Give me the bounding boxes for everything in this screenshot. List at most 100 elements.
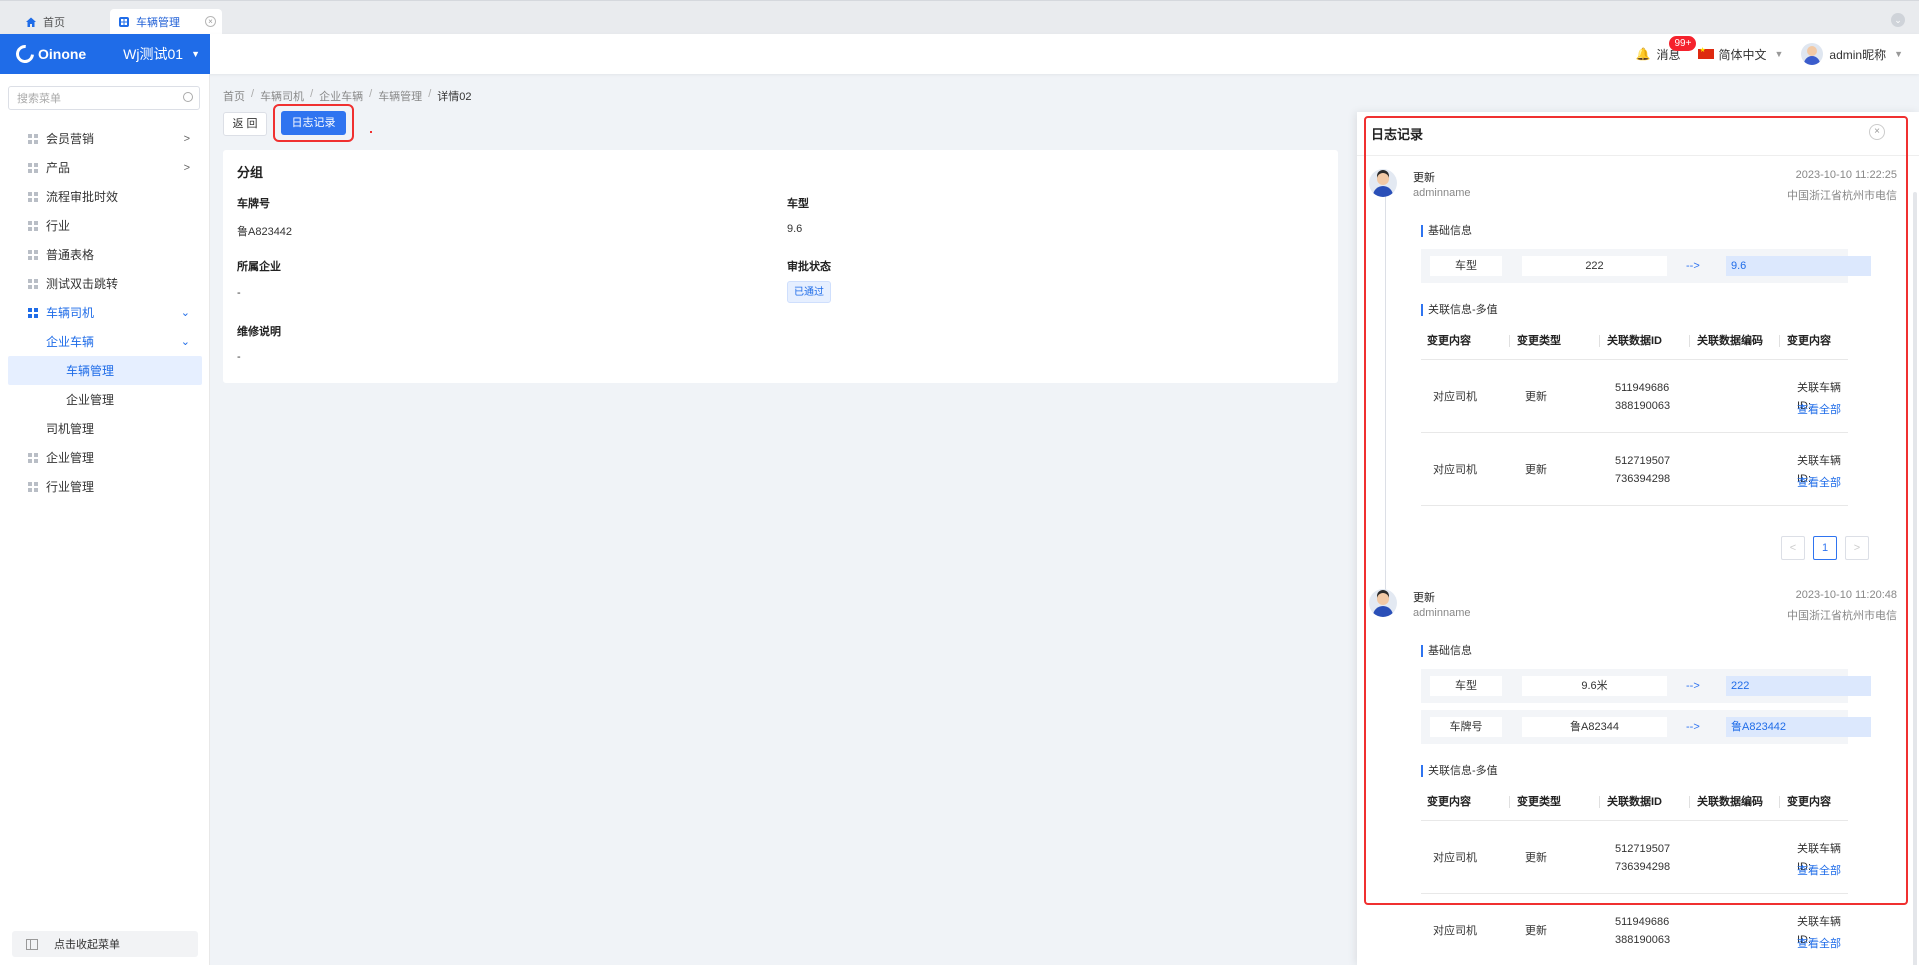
sidebar-item-enterprise-management[interactable]: 企业管理 [0,443,210,472]
relation-table: 变更内容 变更类型 关联数据ID 关联数据编码 变更内容 对应司机 更新 512… [1421,787,1848,965]
row-id-line1: 512719507 [1615,843,1671,855]
close-icon[interactable]: × [1869,124,1885,140]
plate-value: 鲁A823442 [237,226,293,238]
column-header: 关联数据ID [1607,796,1662,808]
column-header: 关联数据编码 [1697,796,1763,808]
tab-home[interactable]: 首页 [25,9,65,35]
collapse-menu-button[interactable]: 点击收起菜单 [12,931,198,957]
diff-arrow: --> [1686,721,1700,733]
grid-icon [28,278,38,289]
breadcrumb-item[interactable]: 车辆司机 [260,88,304,104]
message-badge: 99+ [1669,35,1697,51]
drawer-title: 日志记录 [1371,127,1424,142]
log-record-button[interactable]: 日志记录 [281,111,346,135]
sidebar-item-industry[interactable]: 行业 [0,211,210,240]
sidebar-item-enterprise-management-sub[interactable]: 企业管理 [0,385,210,414]
sidebar-item-member-marketing[interactable]: 会员营销 > [0,124,210,153]
avatar [1369,169,1397,197]
relation-title: 关联信息-多值 [1421,304,1498,316]
relation-title: 关联信息-多值 [1421,765,1498,777]
row-type: 更新 [1525,852,1547,864]
tab-home-label: 首页 [43,17,65,29]
sidebar-item-label: 企业管理 [46,451,95,465]
language-label: 简体中文 [1718,47,1767,62]
drawer-header: 日志记录 × [1357,112,1919,156]
messages-button[interactable]: 🔔 消息 99+ [1635,35,1697,63]
search-icon[interactable] [183,92,193,102]
row-id-line2: 736394298 [1615,473,1671,485]
diff-row: 车牌号 鲁A82344 --> 鲁A823442 [1421,710,1871,744]
breadcrumb-separator: / [428,88,432,100]
sidebar: 搜索菜单 会员营销 > 产品 > 流程审批时效 行业 普通表格 测试双击跳转 车辆司… [0,74,210,965]
chevron-right-icon: > [183,161,190,174]
sidebar-item-driver-management[interactable]: 司机管理 [0,414,210,443]
breadcrumb-item[interactable]: 企业车辆 [319,88,363,104]
repair-value: - [237,351,241,363]
chevron-down-icon: ⌄ [180,307,190,319]
view-all-link[interactable]: 查看全部 [1797,401,1841,419]
back-button[interactable]: 返 回 [223,112,267,136]
row-type: 更新 [1525,391,1547,403]
grid-icon [28,307,38,318]
sidebar-item-industry-management[interactable]: 行业管理 [0,472,210,501]
table-row: 对应司机 更新 512719507 736394298 关联车辆ID: 查看全部 [1421,433,1848,506]
prev-page-button[interactable]: < [1781,536,1805,560]
breadcrumb-item[interactable]: 首页 [223,88,245,104]
sidebar-item-approval[interactable]: 流程审批时效 [0,182,210,211]
diff-new-value: 鲁A823442 [1726,717,1871,737]
diff-old-value: 鲁A82344 [1522,717,1667,737]
view-all-link[interactable]: 查看全部 [1797,862,1841,880]
repair-label: 维修说明 [237,326,281,338]
sidebar-item-product[interactable]: 产品 > [0,153,210,182]
home-icon [26,17,36,27]
grid-icon [28,249,38,260]
menu-search-input[interactable]: 搜索菜单 [8,86,200,110]
table-row: 对应司机 更新 511949686 388190063 关联车辆ID: 查看全部 [1421,360,1848,433]
sidebar-item-label: 产品 [46,161,71,175]
column-separator [1689,335,1690,347]
sidebar-item-table[interactable]: 普通表格 [0,240,210,269]
language-switcher[interactable]: 简体中文 ▼ [1698,46,1783,63]
sidebar-item-enterprise-vehicle[interactable]: 企业车辆 ⌄ [0,327,210,356]
page-number[interactable]: 1 [1813,536,1837,560]
sidebar-item-label: 会员营销 [46,132,95,146]
user-menu[interactable]: admin昵称 ▼ [1801,43,1903,65]
sidebar-item-label: 测试双击跳转 [46,277,119,291]
log-drawer: 日志记录 × 更新 adminname 2023-10-10 11:22:25 … [1357,112,1919,965]
view-all-link[interactable]: 查看全部 [1797,474,1841,492]
row-type: 更新 [1525,464,1547,476]
diff-new-value: 222 [1726,676,1871,696]
avatar [1369,589,1397,617]
sidebar-item-vehicle-management[interactable]: 车辆管理 [8,356,202,385]
tab-vehicle-management[interactable]: 车辆管理 × [110,9,222,35]
status-badge: 已通过 [787,281,831,303]
sidebar-item-label: 司机管理 [46,422,95,436]
column-separator [1509,335,1510,347]
app-switcher[interactable]: Wj测试01 ▼ [123,44,200,64]
oinone-logo-icon [12,41,38,67]
browser-tab-strip: 首页 车辆管理 × ⌄ [0,0,1919,35]
sidebar-item-label: 流程审批时效 [46,190,119,204]
diff-new-value: 9.6 [1726,256,1871,276]
next-page-button[interactable]: > [1845,536,1869,560]
breadcrumb-item[interactable]: 车辆管理 [378,88,422,104]
basic-info-title: 基础信息 [1421,225,1472,237]
log-location: 中国浙江省杭州市电信 [1787,610,1897,622]
avatar [1801,43,1824,65]
row-content: 对应司机 [1433,391,1477,403]
column-separator [1599,796,1600,808]
company-value: - [237,287,241,299]
breadcrumb-separator: / [369,88,373,100]
column-header: 变更内容 [1427,335,1471,347]
view-all-link[interactable]: 查看全部 [1797,935,1841,953]
sidebar-item-vehicle-driver[interactable]: 车辆司机 ⌄ [0,298,210,327]
sidebar-item-double-click[interactable]: 测试双击跳转 [0,269,210,298]
breadcrumb-separator: / [310,88,314,100]
grid-icon [28,191,38,202]
close-tab-icon[interactable]: × [205,16,216,27]
chevron-down-icon[interactable]: ⌄ [1891,13,1905,27]
column-header: 变更类型 [1517,796,1561,808]
chevron-down-icon: ⌄ [180,336,190,348]
sidebar-item-label: 行业管理 [46,480,95,494]
header-actions: 🔔 消息 99+ 简体中文 ▼ admin昵称 ▼ [1617,34,1903,74]
